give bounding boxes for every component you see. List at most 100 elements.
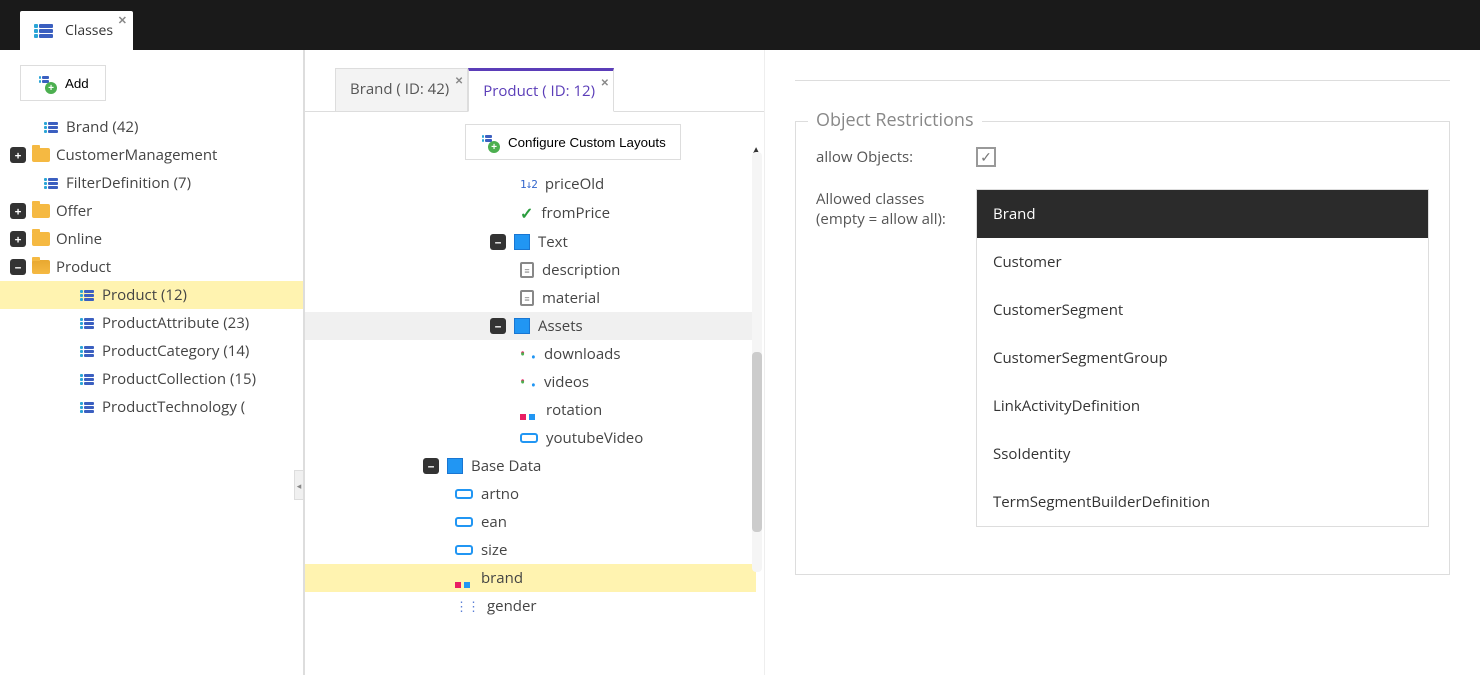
expand-icon[interactable]: + [10, 231, 26, 247]
allowed-classes-list[interactable]: BrandCustomerCustomerSegmentCustomerSegm… [976, 189, 1429, 527]
app-top-bar: Classes ✕ [0, 0, 1480, 50]
collapse-icon[interactable]: − [423, 458, 439, 474]
field-row-rotation[interactable]: rotation [305, 396, 756, 424]
tree-item-label: ProductCategory (14) [102, 341, 249, 361]
classes-icon [32, 22, 55, 40]
field-label: priceOld [545, 174, 604, 194]
configure-layouts-button[interactable]: + Configure Custom Layouts [465, 124, 681, 160]
field-label: rotation [546, 400, 602, 420]
field-row-fromprice[interactable]: ✓ fromPrice [305, 198, 756, 228]
collapse-icon[interactable]: − [10, 259, 26, 275]
expand-icon[interactable]: + [10, 147, 26, 163]
class-icon [42, 176, 60, 191]
main-tab-classes[interactable]: Classes ✕ [20, 11, 133, 50]
allowed-class-linkactivitydefinition[interactable]: LinkActivityDefinition [977, 382, 1428, 430]
class-icon [42, 120, 60, 135]
field-label: brand [481, 568, 523, 588]
sidebar-item-productcollection-15-[interactable]: ProductCollection (15) [0, 365, 303, 393]
field-row-artno[interactable]: artno [305, 480, 756, 508]
numeric-icon: 1↓2 [520, 178, 537, 191]
expand-icon[interactable]: + [10, 203, 26, 219]
allowed-class-customer[interactable]: Customer [977, 238, 1428, 286]
sidebar-item-customermanagement[interactable]: + CustomerManagement [0, 141, 303, 169]
allow-objects-label: allow Objects: [816, 147, 956, 167]
editor-tabs: Brand ( ID: 42)✕ Product ( ID: 12) ✕ [305, 50, 764, 112]
field-label: youtubeVideo [546, 428, 643, 448]
field-label: description [542, 260, 620, 280]
allowed-class-brand[interactable]: Brand [977, 190, 1428, 238]
fieldset-legend: Object Restrictions [808, 108, 982, 132]
field-row-ean[interactable]: ean [305, 508, 756, 536]
sidebar-item-offer[interactable]: +Offer [0, 197, 303, 225]
field-row-downloads[interactable]: •downloads [305, 340, 756, 368]
input-field-icon [455, 517, 473, 527]
tree-item-label: CustomerManagement [56, 145, 217, 165]
tab-label: Product ( ID: 12) [483, 81, 595, 101]
relation-multi-icon: • [520, 346, 536, 362]
field-row-size[interactable]: size [305, 536, 756, 564]
sidebar-item-product-12-[interactable]: Product (12) [0, 281, 303, 309]
properties-panel: Object Restrictions allow Objects: ✓ All… [765, 50, 1480, 675]
field-row-brand[interactable]: brand [305, 564, 756, 592]
field-row-youtubevideo[interactable]: youtubeVideo [305, 424, 756, 452]
field-row-gender[interactable]: ⋮⋮ gender [305, 592, 756, 620]
allow-objects-checkbox[interactable]: ✓ [976, 147, 996, 167]
sidebar-item-brand-42-[interactable]: Brand (42) [0, 113, 303, 141]
add-button[interactable]: + Add [20, 65, 106, 101]
checkbox-field-icon: ✓ [520, 202, 533, 224]
add-icon: + [37, 74, 55, 92]
close-icon[interactable]: ✕ [118, 13, 127, 28]
editor-tab-1[interactable]: Product ( ID: 12) ✕ [468, 68, 614, 112]
input-field-icon [520, 433, 538, 443]
sidebar-item-producttechnology-[interactable]: ProductTechnology ( [0, 393, 303, 421]
sidebar-item-product[interactable]: −Product [0, 253, 303, 281]
multiselect-icon: ⋮⋮ [455, 597, 479, 615]
field-row-material[interactable]: ≡material [305, 284, 756, 312]
field-label: size [481, 540, 507, 560]
editor-tab-0[interactable]: Brand ( ID: 42)✕ [335, 68, 468, 111]
class-icon [78, 344, 96, 359]
class-icon [78, 372, 96, 387]
relation-icon [455, 573, 473, 583]
panel-icon [514, 318, 530, 334]
field-row-text[interactable]: − Text [305, 228, 756, 256]
folder-icon [32, 232, 50, 246]
allowed-class-ssoidentity[interactable]: SsoIdentity [977, 430, 1428, 478]
field-row-videos[interactable]: •videos [305, 368, 756, 396]
sidebar-item-productattribute-23-[interactable]: ProductAttribute (23) [0, 309, 303, 337]
relation-multi-icon: • [520, 374, 536, 390]
close-icon[interactable]: ✕ [601, 75, 609, 89]
close-icon[interactable]: ✕ [455, 73, 463, 87]
field-row-description[interactable]: ≡description [305, 256, 756, 284]
scrollbar-track[interactable] [752, 152, 762, 572]
scrollbar-thumb[interactable] [752, 352, 762, 532]
collapse-icon[interactable]: − [490, 318, 506, 334]
wysiwyg-icon: ≡ [520, 290, 534, 306]
tree-item-label: Product (12) [102, 285, 187, 305]
collapse-icon[interactable]: − [490, 234, 506, 250]
field-row-priceold[interactable]: 1↓2 priceOld [305, 170, 756, 198]
field-label: fromPrice [541, 203, 610, 223]
sidebar-collapse-handle[interactable]: ◂ [294, 470, 304, 500]
field-label: Text [538, 232, 568, 252]
configure-button-label: Configure Custom Layouts [508, 135, 666, 150]
sidebar-item-productcategory-14-[interactable]: ProductCategory (14) [0, 337, 303, 365]
sidebar-item-filterdefinition-7-[interactable]: FilterDefinition (7) [0, 169, 303, 197]
class-icon [78, 288, 96, 303]
main-tab-label: Classes [65, 21, 113, 40]
field-row-base-data[interactable]: −Base Data [305, 452, 756, 480]
tree-item-label: ProductCollection (15) [102, 369, 256, 389]
sidebar-item-online[interactable]: +Online [0, 225, 303, 253]
tree-item-label: ProductAttribute (23) [102, 313, 249, 333]
field-row-assets[interactable]: −Assets [305, 312, 756, 340]
configure-icon: + [480, 133, 498, 151]
allowed-class-customersegmentgroup[interactable]: CustomerSegmentGroup [977, 334, 1428, 382]
relation-icon [520, 405, 538, 415]
field-label: gender [487, 596, 537, 616]
field-label: artno [481, 484, 519, 504]
add-button-label: Add [65, 76, 89, 91]
center-panel: Brand ( ID: 42)✕ Product ( ID: 12) ✕ + Con… [305, 50, 765, 675]
allowed-class-customersegment[interactable]: CustomerSegment [977, 286, 1428, 334]
class-icon [78, 400, 96, 415]
allowed-class-termsegmentbuilderdefinition[interactable]: TermSegmentBuilderDefinition [977, 478, 1428, 526]
